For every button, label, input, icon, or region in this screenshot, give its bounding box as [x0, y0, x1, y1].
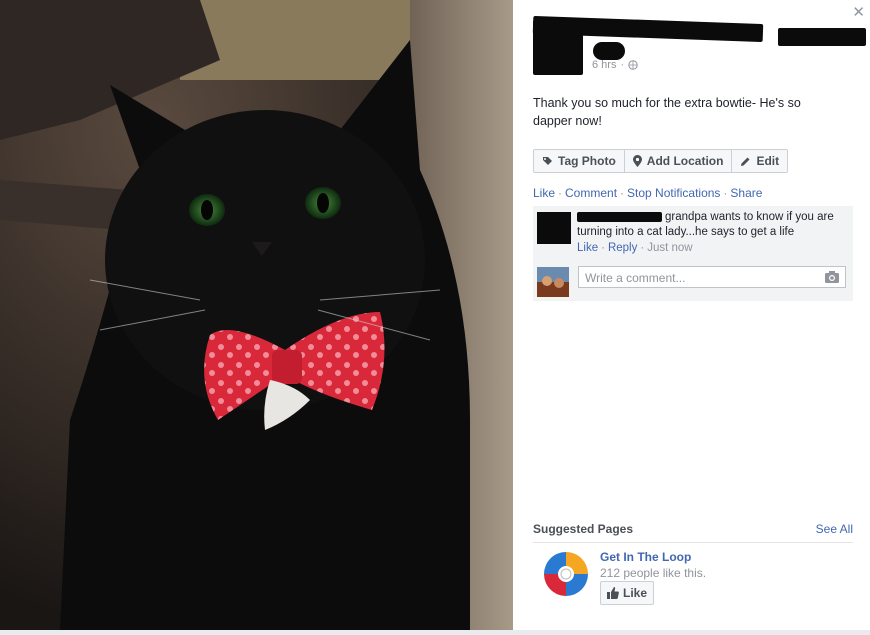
redacted-mark	[593, 42, 625, 60]
page-like-label: Like	[623, 586, 648, 600]
comment-text: grandpa wants to know if you are turning…	[577, 210, 847, 240]
post-photo[interactable]	[0, 0, 513, 630]
comment-time[interactable]: Just now	[647, 242, 692, 254]
page-like-button[interactable]: Like	[600, 581, 655, 605]
loop-logo-icon	[540, 548, 592, 600]
post-meta: 6 hrs ·	[592, 59, 638, 71]
suggested-pages-header: Suggested Pages See All	[533, 522, 853, 543]
current-user-avatar[interactable]	[537, 267, 569, 297]
write-comment-input[interactable]: Write a comment...	[578, 266, 846, 288]
comment-actions: Like · Reply · Just now	[577, 242, 693, 254]
add-location-button[interactable]: Add Location	[623, 149, 733, 173]
edit-label: Edit	[756, 154, 780, 168]
tag-photo-label: Tag Photo	[558, 154, 616, 168]
comment-like-link[interactable]: Like	[577, 242, 598, 254]
stop-notifications-link[interactable]: Stop Notifications	[627, 186, 720, 200]
add-location-label: Add Location	[646, 154, 724, 168]
share-link[interactable]: Share	[730, 186, 762, 200]
globe-icon[interactable]	[628, 60, 638, 70]
thumbs-up-icon	[607, 587, 619, 599]
tag-photo-button[interactable]: Tag Photo	[533, 149, 625, 173]
post-time[interactable]: 6 hrs	[592, 59, 616, 71]
redacted-mark	[778, 28, 866, 46]
comment-link[interactable]: Comment	[565, 186, 617, 200]
cat-photo	[0, 0, 513, 630]
location-pin-icon	[632, 155, 642, 167]
comments-section: grandpa wants to know if you are turning…	[533, 206, 853, 301]
commenter-avatar[interactable]	[537, 212, 571, 244]
pencil-icon	[741, 157, 750, 166]
close-icon[interactable]: ✕	[852, 3, 865, 21]
suggested-page-likes: 212 people like this.	[600, 566, 707, 580]
post-status-text: Thank you so much for the extra bowtie- …	[533, 96, 801, 128]
edit-button[interactable]: Edit	[731, 149, 789, 173]
comment-reply-link[interactable]: Reply	[608, 242, 637, 254]
photo-action-buttons: Tag Photo Add Location Edit	[533, 149, 789, 173]
see-all-link[interactable]: See All	[816, 522, 853, 536]
like-link[interactable]: Like	[533, 186, 555, 200]
suggested-pages-title: Suggested Pages	[533, 522, 634, 536]
write-comment-placeholder: Write a comment...	[585, 271, 686, 285]
post-details-panel: ✕ 6 hrs · Thank you so much for the extr…	[513, 0, 870, 630]
camera-icon[interactable]	[825, 271, 839, 283]
suggested-page-name[interactable]: Get In The Loop	[600, 550, 691, 564]
tag-icon	[543, 156, 552, 165]
suggested-page-logo[interactable]	[540, 548, 592, 600]
user-photo	[537, 267, 569, 297]
post-actions: Like · Comment · Stop Notifications · Share	[533, 186, 763, 200]
comment-body: grandpa wants to know if you are turning…	[577, 211, 834, 238]
